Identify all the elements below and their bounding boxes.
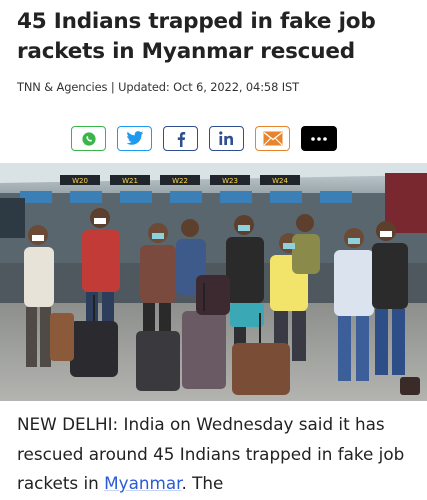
linkedin-icon <box>218 131 233 145</box>
rescued-group-photo: W20 W21 W22 W23 W24 <box>0 163 427 401</box>
article-body: NEW DELHI: India on Wednesday said it ha… <box>17 410 417 499</box>
gate-sign: W22 <box>172 177 188 185</box>
article-headline: 45 Indians trapped in fake job rackets i… <box>17 9 376 64</box>
more-share-button[interactable] <box>301 126 337 151</box>
share-bar <box>71 126 337 151</box>
linkedin-share-button[interactable] <box>209 126 244 151</box>
myanmar-link[interactable]: Myanmar <box>104 473 181 493</box>
article-photo[interactable]: W20 W21 W22 W23 W24 <box>0 163 427 401</box>
gate-sign: W23 <box>222 177 238 185</box>
mail-icon <box>263 131 282 146</box>
gate-sign: W24 <box>272 177 288 185</box>
article-byline: TNN & Agencies | Updated: Oct 6, 2022, 0… <box>17 80 299 94</box>
facebook-icon <box>177 131 185 147</box>
mail-share-button[interactable] <box>255 126 290 151</box>
whatsapp-icon <box>81 131 96 146</box>
whatsapp-share-button[interactable] <box>71 126 106 151</box>
facebook-share-button[interactable] <box>163 126 198 151</box>
gate-sign: W20 <box>72 177 88 185</box>
twitter-share-button[interactable] <box>117 126 152 151</box>
twitter-icon <box>126 131 143 145</box>
more-icon <box>311 136 327 141</box>
article-text-continued: . The <box>181 473 224 493</box>
gate-sign: W21 <box>122 177 138 185</box>
